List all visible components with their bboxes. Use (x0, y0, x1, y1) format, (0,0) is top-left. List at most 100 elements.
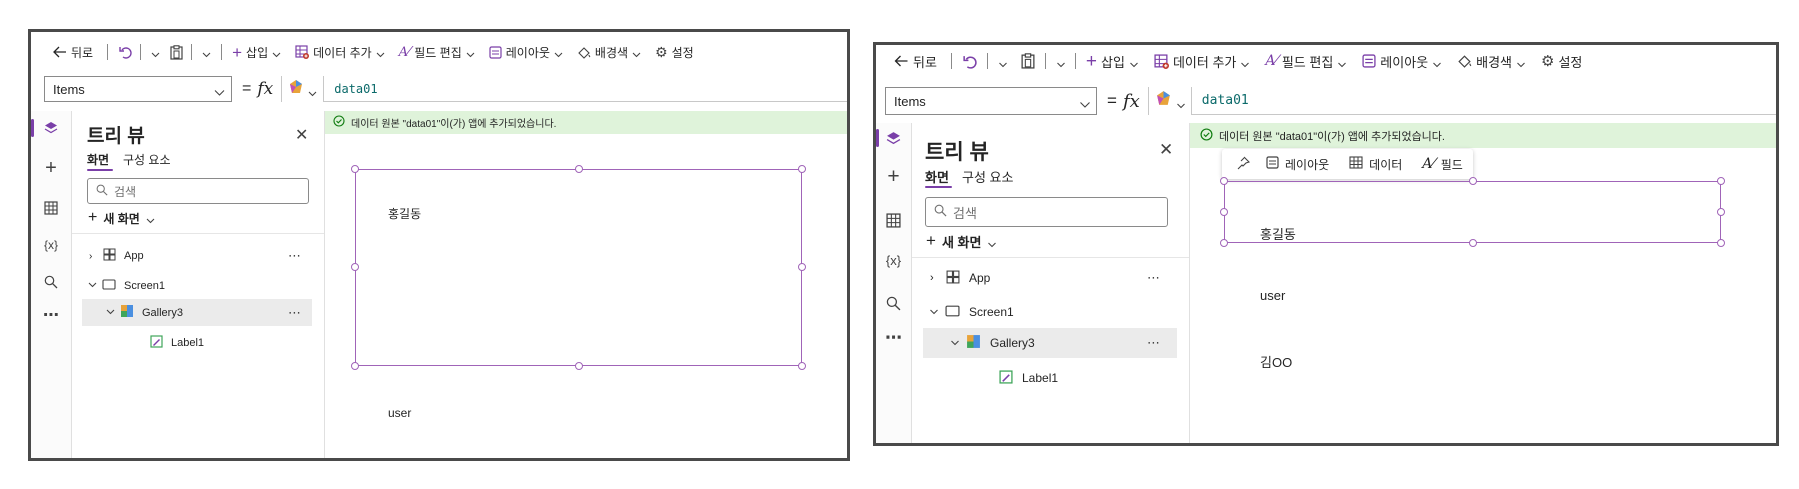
back-button[interactable]: 뒤로 (53, 44, 93, 61)
success-banner: 데이터 원본 "data01"이(가) 앱에 추가되었습니다. (325, 111, 847, 134)
gallery-selection-box[interactable] (1224, 181, 1721, 243)
layout-button[interactable]: 레이아웃 (489, 44, 563, 61)
copilot-button[interactable] (281, 76, 325, 102)
search-icon[interactable] (31, 275, 71, 289)
back-button[interactable]: 뒤로 (894, 52, 937, 71)
formula-input[interactable]: data01 (324, 76, 847, 102)
gallery-selection-box[interactable] (355, 169, 802, 366)
gallery-label-name[interactable]: 홍길동 (388, 205, 421, 222)
insert-button[interactable]: + 삽입 (232, 44, 281, 61)
more-icon[interactable]: ⋯ (876, 328, 911, 348)
settings-button[interactable]: ⚙ 설정 (655, 44, 694, 61)
more-options-icon[interactable]: ⋯ (1147, 270, 1161, 286)
tab-screens[interactable]: 화면 (925, 167, 949, 186)
edit-fields-button[interactable]: A⁄ 필드 편집 (1265, 52, 1347, 71)
new-screen-button[interactable]: + 새 화면 (926, 231, 997, 251)
settings-button[interactable]: ⚙ 설정 (1541, 52, 1582, 71)
tree-item-label1[interactable]: Label1 (912, 366, 1189, 390)
paste-button[interactable] (1021, 53, 1035, 69)
layout-button[interactable]: 레이아웃 (1362, 52, 1442, 71)
new-screen-label: 새 화면 (941, 234, 982, 250)
layers-icon[interactable] (876, 131, 911, 146)
paste-dropdown[interactable] (202, 48, 211, 57)
resize-handle[interactable] (1469, 239, 1477, 247)
resize-handle[interactable] (1717, 177, 1725, 185)
formula-input[interactable]: data01 (1191, 87, 1776, 115)
undo-dropdown[interactable] (151, 48, 160, 57)
tree-item-app[interactable]: › App ⋯ (912, 266, 1189, 290)
gallery-label-user[interactable]: user (1260, 288, 1285, 303)
gallery-label-name[interactable]: 홍길동 (1260, 224, 1296, 243)
add-data-label: 데이터 추가 (1172, 54, 1237, 70)
resize-handle[interactable] (351, 165, 359, 173)
add-data-button[interactable]: 데이터 추가 (295, 44, 385, 61)
settings-label: 설정 (1558, 54, 1583, 70)
more-options-icon[interactable]: ⋯ (288, 248, 302, 264)
add-data-button[interactable]: 데이터 추가 (1154, 52, 1250, 71)
resize-handle[interactable] (1220, 239, 1228, 247)
chevron-down-icon (950, 336, 966, 350)
more-options-icon[interactable]: ⋯ (1147, 335, 1161, 351)
resize-handle[interactable] (1717, 239, 1725, 247)
background-color-button[interactable]: 배경색 (1457, 52, 1525, 71)
tree-item-gallery3[interactable]: Gallery3 ⋯ (82, 299, 312, 326)
table-icon[interactable] (876, 213, 911, 228)
ctx-layout-button[interactable]: 레이아웃 (1266, 156, 1329, 173)
tree-item-screen1[interactable]: Screen1 (912, 300, 1189, 324)
paste-button[interactable] (170, 44, 183, 60)
resize-handle[interactable] (1220, 208, 1228, 216)
tab-screens[interactable]: 화면 (87, 151, 109, 168)
ctx-fields-button[interactable]: A⁄ 필드 (1422, 156, 1463, 173)
command-bar: 뒤로 + 삽입 데이터 추가 A⁄ 필드 편집 레이아웃 배경색 ⚙ 설정 (53, 42, 847, 62)
variables-icon[interactable]: {x} (876, 253, 911, 268)
undo-button[interactable] (118, 45, 132, 59)
resize-handle[interactable] (351, 362, 359, 370)
resize-handle[interactable] (575, 362, 583, 370)
property-selector[interactable]: Items (885, 87, 1097, 115)
tree-item-label: App (969, 271, 991, 285)
command-bar: 뒤로 + 삽입 데이터 추가 A⁄ 필드 편집 레이아웃 배경색 ⚙ 설정 (894, 51, 1776, 71)
table-icon[interactable] (31, 201, 71, 215)
plus-icon[interactable]: + (31, 157, 71, 180)
close-icon[interactable]: ✕ (295, 125, 308, 145)
ctx-data-button[interactable]: 데이터 (1349, 156, 1402, 173)
resize-handle[interactable] (798, 263, 806, 271)
background-color-button[interactable]: 배경색 (577, 44, 641, 61)
tree-item-screen1[interactable]: Screen1 (72, 275, 324, 297)
search-icon[interactable] (876, 296, 911, 311)
design-canvas[interactable]: 데이터 원본 "data01"이(가) 앱에 추가되었습니다. 레이아웃 데이터… (1190, 123, 1776, 443)
resize-handle[interactable] (575, 165, 583, 173)
search-input[interactable]: 검색 (925, 197, 1168, 227)
toolbar-separator (1044, 53, 1046, 69)
copilot-button[interactable] (1147, 87, 1192, 115)
layers-icon[interactable] (31, 121, 71, 135)
undo-button[interactable] (962, 54, 977, 69)
resize-handle[interactable] (798, 362, 806, 370)
gallery-label-user[interactable]: user (388, 406, 411, 420)
design-canvas[interactable]: 데이터 원본 "data01"이(가) 앱에 추가되었습니다. 홍길동 user (325, 111, 847, 458)
tree-item-gallery3[interactable]: Gallery3 ⋯ (923, 328, 1177, 358)
edit-fields-button[interactable]: A⁄ 필드 편집 (399, 44, 475, 61)
search-input[interactable]: 검색 (87, 178, 309, 204)
more-icon[interactable]: ⋯ (31, 305, 71, 325)
gallery-label-kim[interactable]: 김OO (1260, 352, 1292, 371)
more-options-icon[interactable]: ⋯ (288, 305, 302, 321)
plus-icon[interactable]: + (876, 165, 911, 189)
paste-dropdown[interactable] (1056, 57, 1065, 67)
property-selector[interactable]: Items (44, 76, 232, 102)
variables-icon[interactable]: {x} (31, 238, 71, 252)
tree-item-label1[interactable]: Label1 (72, 332, 324, 354)
undo-dropdown[interactable] (998, 57, 1007, 67)
tab-components[interactable]: 구성 요소 (123, 151, 171, 168)
tab-components[interactable]: 구성 요소 (962, 167, 1013, 186)
tree-item-app[interactable]: › App ⋯ (72, 245, 324, 267)
resize-handle[interactable] (1717, 208, 1725, 216)
new-screen-button[interactable]: + 새 화면 (88, 209, 155, 227)
resize-handle[interactable] (351, 263, 359, 271)
resize-handle[interactable] (1469, 177, 1477, 185)
resize-handle[interactable] (1220, 177, 1228, 185)
insert-button[interactable]: + 삽입 (1086, 52, 1138, 71)
pin-button[interactable] (1236, 156, 1251, 173)
close-icon[interactable]: ✕ (1159, 140, 1173, 160)
resize-handle[interactable] (798, 165, 806, 173)
